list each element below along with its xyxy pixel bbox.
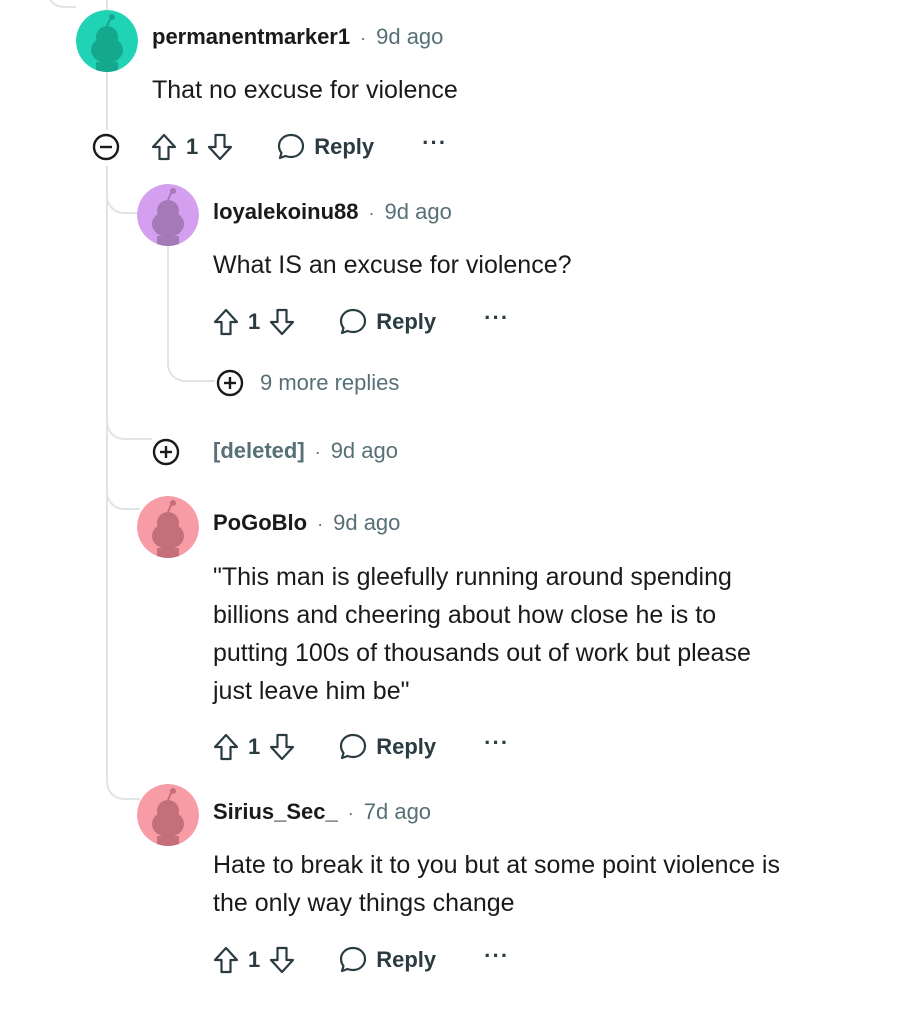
- username[interactable]: PoGoBlo: [213, 510, 307, 536]
- upvote-arrow-icon: [213, 946, 239, 974]
- timestamp[interactable]: 9d ago: [385, 199, 452, 225]
- reply-label: Reply: [376, 734, 437, 759]
- upvote-button[interactable]: [212, 945, 240, 975]
- reply-label: Reply: [314, 134, 375, 159]
- plus-circle-icon: [152, 438, 180, 466]
- more-options-button[interactable]: ···: [484, 730, 509, 756]
- more-options-button[interactable]: ···: [484, 305, 509, 331]
- comment-meta: [deleted] · 9d ago: [213, 438, 398, 464]
- comment-meta: PoGoBlo · 9d ago: [213, 510, 400, 536]
- upvote-arrow-icon: [151, 133, 177, 161]
- timestamp[interactable]: 9d ago: [331, 438, 398, 464]
- comment-actions: 1 Reply ···: [212, 940, 509, 980]
- timestamp[interactable]: 9d ago: [376, 24, 443, 50]
- speech-bubble-icon: [340, 946, 367, 973]
- downvote-arrow-icon: [208, 133, 233, 161]
- upvote-button[interactable]: [212, 732, 240, 762]
- separator: ·: [317, 514, 324, 534]
- username[interactable]: permanentmarker1: [152, 24, 350, 50]
- thread-curve-top: [46, 0, 76, 8]
- speech-bubble-icon: [340, 733, 367, 760]
- avatar[interactable]: [137, 784, 199, 846]
- comment-meta: loyalekoinu88 · 9d ago: [213, 199, 452, 225]
- more-options-button[interactable]: ···: [484, 943, 509, 969]
- vote-count: 1: [248, 947, 261, 972]
- downvote-button[interactable]: [268, 945, 296, 975]
- comment-body-line: "This man is gleefully running around sp…: [213, 563, 732, 591]
- thread-curve-loyal: [106, 166, 140, 214]
- upvote-arrow-icon: [213, 733, 239, 761]
- upvote-button[interactable]: [212, 307, 240, 337]
- expand-more-replies-button[interactable]: [216, 369, 244, 397]
- timestamp[interactable]: 9d ago: [333, 510, 400, 536]
- upvote-arrow-icon: [213, 308, 239, 336]
- thread-curve-deleted: [106, 400, 152, 440]
- speech-bubble-icon: [340, 308, 367, 335]
- downvote-arrow-icon: [270, 308, 295, 336]
- downvote-arrow-icon: [270, 733, 295, 761]
- reply-button[interactable]: Reply: [276, 132, 374, 162]
- comment-body: Hate to break it to you but at some poin…: [213, 846, 780, 922]
- timestamp[interactable]: 7d ago: [364, 799, 431, 825]
- comment-body-line: the only way things change: [213, 889, 515, 917]
- collapse-button[interactable]: [92, 133, 120, 161]
- thread-curve-pogoblo: [106, 470, 140, 510]
- vote-count: 1: [248, 309, 261, 334]
- downvote-button[interactable]: [268, 307, 296, 337]
- comment-body-line: billions and cheering about how close he…: [213, 601, 717, 629]
- reply-label: Reply: [376, 309, 437, 334]
- comment-body-line: putting 100s of thousands out of work bu…: [213, 639, 751, 667]
- comment-meta: permanentmarker1 · 9d ago: [152, 24, 443, 50]
- expand-comment-button[interactable]: [152, 438, 180, 466]
- comment-actions: 1 Reply ···: [150, 127, 447, 167]
- speech-bubble-icon: [278, 133, 305, 160]
- separator: ·: [347, 803, 354, 823]
- comment-meta: Sirius_Sec_ · 7d ago: [213, 799, 431, 825]
- comment-body: "This man is gleefully running around sp…: [213, 558, 751, 710]
- thread-line-main: [106, 72, 108, 130]
- more-options-button[interactable]: ···: [422, 130, 447, 156]
- avatar[interactable]: [137, 496, 199, 558]
- vote-count: 1: [186, 134, 199, 159]
- reply-button[interactable]: Reply: [338, 307, 436, 337]
- upvote-button[interactable]: [150, 132, 178, 162]
- username[interactable]: Sirius_Sec_: [213, 799, 338, 825]
- comment-actions: 1 Reply ···: [212, 727, 509, 767]
- comment-body-line: just leave him be": [213, 677, 410, 705]
- comment-body: That no excuse for violence: [152, 76, 458, 104]
- avatar[interactable]: [76, 10, 138, 72]
- comment-body: What IS an excuse for violence?: [213, 251, 572, 279]
- reply-button[interactable]: Reply: [338, 945, 436, 975]
- downvote-button[interactable]: [268, 732, 296, 762]
- plus-circle-icon: [216, 369, 244, 397]
- reply-button[interactable]: Reply: [338, 732, 436, 762]
- more-replies-link[interactable]: 9 more replies: [260, 370, 399, 396]
- reply-label: Reply: [376, 947, 437, 972]
- separator: ·: [368, 203, 375, 223]
- thread-curve-sirius: [106, 740, 140, 800]
- comment-actions: 1 Reply ···: [212, 302, 509, 342]
- downvote-button[interactable]: [206, 132, 234, 162]
- minus-circle-icon: [92, 133, 120, 161]
- downvote-arrow-icon: [270, 946, 295, 974]
- comment-body-line: Hate to break it to you but at some poin…: [213, 851, 780, 879]
- avatar[interactable]: [137, 184, 199, 246]
- separator: ·: [360, 28, 367, 48]
- thread-curve-more-replies: [167, 330, 215, 382]
- separator: ·: [314, 442, 321, 462]
- vote-count: 1: [248, 734, 261, 759]
- username[interactable]: loyalekoinu88: [213, 199, 359, 225]
- username: [deleted]: [213, 438, 305, 463]
